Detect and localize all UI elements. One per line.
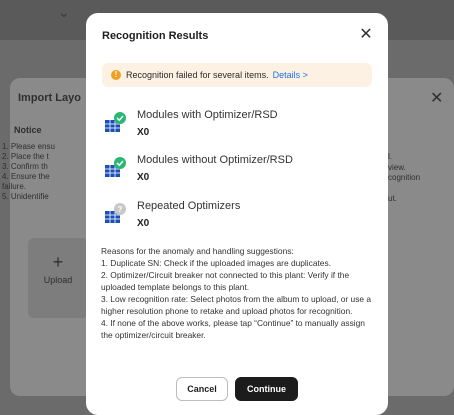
notice-line-right: cognition	[388, 173, 421, 182]
module-check-icon	[105, 112, 126, 132]
background-notice-title: Notice	[14, 125, 42, 135]
notice-line: failure.	[2, 182, 27, 191]
background-upload-button: + Upload	[28, 238, 88, 318]
result-count: X0	[137, 127, 150, 138]
result-label: Modules with Optimizer/RSD	[137, 109, 278, 121]
module-question-icon: ?	[105, 203, 126, 223]
reasons-line: 2. Optimizer/Circuit breaker not connect…	[101, 270, 350, 292]
result-count: X0	[137, 218, 150, 229]
notice-line: 3. Confirm th	[2, 162, 48, 171]
notice-line: 2. Place the t	[2, 152, 49, 161]
recognition-results-modal: Recognition Results ✕ ! Recognition fail…	[86, 13, 388, 415]
upload-label: Upload	[43, 275, 73, 285]
warning-alert: ! Recognition failed for several items. …	[102, 63, 372, 87]
notice-line-right: l.	[388, 152, 392, 161]
close-icon[interactable]: ✕	[356, 25, 376, 45]
reasons-line: 3. Low recognition rate: Select photos f…	[101, 294, 372, 316]
modal-title: Recognition Results	[102, 30, 209, 42]
continue-button[interactable]: Continue	[235, 377, 298, 401]
result-count: X0	[137, 172, 150, 183]
notice-line: 4. Ensure the	[2, 172, 50, 181]
notice-line-right	[388, 184, 420, 195]
notice-line: 1. Please ensu	[2, 142, 55, 151]
background-close-icon: ✕	[430, 90, 444, 107]
background-notice-lines-right: l. view. cognition ut.	[388, 152, 420, 205]
warning-icon: !	[111, 70, 121, 80]
notice-line: 5. Unidentifie	[2, 192, 49, 201]
reasons-line: Reasons for the anomaly and handling sug…	[101, 246, 294, 256]
details-link[interactable]: Details >	[273, 70, 308, 80]
anomaly-reasons: Reasons for the anomaly and handling sug…	[101, 245, 377, 341]
reasons-line: 1. Duplicate SN: Check if the uploaded i…	[101, 258, 331, 268]
svg-text:?: ?	[118, 205, 123, 214]
module-check-icon	[105, 157, 126, 177]
background-notice-lines: 1. Please ensu 2. Place the t 3. Confirm…	[2, 142, 92, 202]
result-label: Repeated Optimizers	[137, 200, 241, 212]
reasons-line: 4. If none of the above works, please ta…	[101, 318, 365, 340]
chevron-down-icon: ⌄	[58, 4, 70, 20]
background-dialog-title: Import Layo	[18, 92, 81, 104]
cancel-button[interactable]: Cancel	[176, 377, 228, 401]
notice-line-right: view.	[388, 162, 406, 172]
plus-icon: +	[52, 252, 64, 272]
alert-text: Recognition failed for several items.	[126, 70, 269, 80]
result-label: Modules without Optimizer/RSD	[137, 154, 293, 166]
notice-line-right: ut.	[388, 194, 397, 203]
